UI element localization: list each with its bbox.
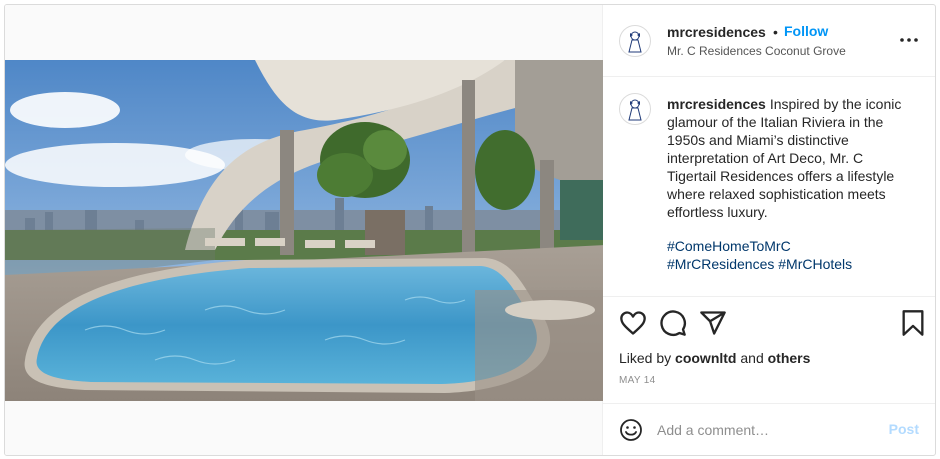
caption-text: Inspired by the iconic glamour of the It…: [667, 96, 902, 220]
emoji-icon[interactable]: [619, 418, 643, 442]
comment-bar: Post: [603, 403, 935, 455]
caption-avatar[interactable]: [619, 93, 651, 125]
liked-by-others[interactable]: others: [768, 350, 811, 366]
post-header: mrcresidences • Follow Mr. C Residences …: [603, 5, 935, 77]
post-media: [5, 5, 603, 455]
mr-c-logo-icon: [628, 99, 642, 121]
liked-and: and: [736, 350, 768, 366]
caption: mrcresidences Inspired by the iconic glam…: [667, 95, 912, 221]
hashtag-link[interactable]: #ComeHomeToMrC: [667, 238, 791, 254]
hashtags: #ComeHomeToMrC #MrCResidences #MrCHotels: [667, 237, 912, 273]
heart-icon[interactable]: [619, 309, 647, 337]
hashtag-link[interactable]: #MrCHotels: [778, 256, 852, 272]
location-link[interactable]: Mr. C Residences Coconut Grove: [667, 44, 846, 58]
avatar[interactable]: [619, 25, 651, 57]
hashtag-link[interactable]: #MrCResidences: [667, 256, 774, 272]
post-date[interactable]: MAY 14: [619, 375, 655, 386]
mr-c-logo-icon: [628, 31, 642, 53]
post-comment-button[interactable]: Post: [889, 421, 919, 437]
bookmark-icon[interactable]: [899, 309, 927, 337]
comment-icon[interactable]: [659, 309, 687, 337]
more-options-icon[interactable]: [897, 30, 921, 50]
follow-button[interactable]: Follow: [784, 23, 828, 39]
comment-input[interactable]: [657, 418, 877, 442]
liked-by-prefix: Liked by: [619, 350, 676, 366]
post-card: mrcresidences • Follow Mr. C Residences …: [4, 4, 936, 456]
likes-summary: Liked by coownltd and others: [619, 350, 810, 366]
header-username[interactable]: mrcresidences: [667, 24, 766, 40]
action-bar: [603, 305, 935, 339]
caption-section: mrcresidences Inspired by the iconic glam…: [603, 77, 935, 297]
liked-by-user[interactable]: coownltd: [675, 350, 736, 366]
post-image[interactable]: [5, 60, 603, 401]
post-panel: mrcresidences • Follow Mr. C Residences …: [603, 5, 935, 455]
separator-dot: •: [773, 24, 778, 40]
share-icon[interactable]: [699, 309, 727, 337]
caption-username[interactable]: mrcresidences: [667, 96, 766, 112]
